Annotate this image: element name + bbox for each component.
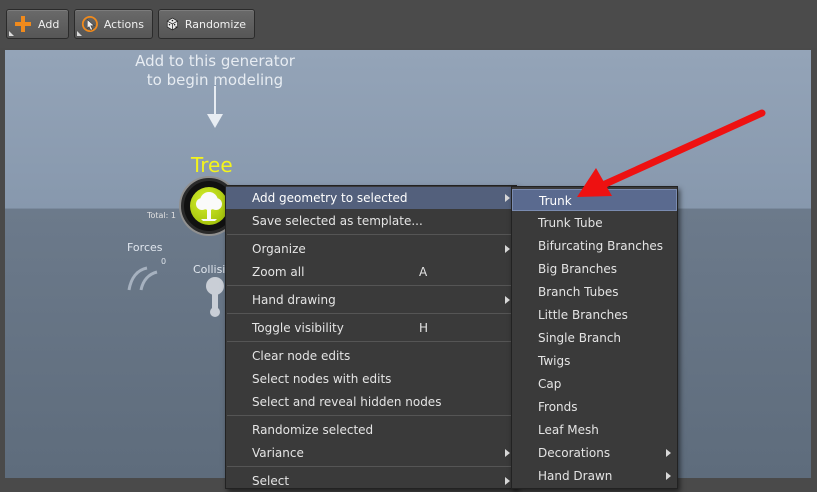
hint-line-1: Add to this generator: [135, 52, 295, 70]
submenu-item-label: Single Branch: [538, 331, 622, 345]
down-arrow-icon: [207, 86, 223, 128]
tree-node-title: Tree: [191, 153, 233, 177]
submenu-item-label: Trunk Tube: [538, 216, 603, 230]
submenu-item-label: Fronds: [538, 400, 578, 414]
submenu-item-label: Little Branches: [538, 308, 628, 322]
submenu-item-label: Cap: [538, 377, 562, 391]
menu-separator: [227, 285, 515, 286]
menu-item-select-nodes-with-edits[interactable]: Select nodes with edits: [226, 368, 516, 390]
menu-item-label: Select and reveal hidden nodes: [252, 395, 442, 409]
total-count: Total: 1: [147, 211, 177, 220]
empty-generator-hint: Add to this generator to begin modeling: [85, 52, 345, 90]
menu-separator: [227, 415, 515, 416]
submenu-item-label: Big Branches: [538, 262, 617, 276]
submenu-item-label: Branch Tubes: [538, 285, 619, 299]
menu-item-variance[interactable]: Variance: [226, 442, 516, 464]
submenu-arrow-icon: [505, 449, 510, 457]
menu-separator: [227, 313, 515, 314]
submenu-item-little-branches[interactable]: Little Branches: [512, 304, 677, 326]
menu-item-clear-node-edits[interactable]: Clear node edits: [226, 345, 516, 367]
submenu-item-twigs[interactable]: Twigs: [512, 350, 677, 372]
submenu-item-big-branches[interactable]: Big Branches: [512, 258, 677, 280]
submenu-item-hand-drawn[interactable]: Hand Drawn: [512, 465, 677, 487]
randomize-button[interactable]: Randomize: [158, 9, 255, 39]
menu-item-label: Toggle visibility: [252, 321, 344, 335]
menu-item-toggle-visibility[interactable]: Toggle visibility H: [226, 317, 516, 339]
submenu-arrow-icon: [505, 194, 510, 202]
dropdown-corner-icon: [9, 31, 14, 36]
tree-node-inner: [190, 187, 228, 225]
submenu-item-label: Trunk: [539, 194, 572, 208]
menu-item-label: Organize: [252, 242, 306, 256]
menu-item-label: Zoom all: [252, 265, 305, 279]
submenu-item-label: Decorations: [538, 446, 611, 460]
submenu-item-leaf-mesh[interactable]: Leaf Mesh: [512, 419, 677, 441]
submenu-item-branch-tubes[interactable]: Branch Tubes: [512, 281, 677, 303]
menu-item-save-template[interactable]: Save selected as template...: [226, 210, 516, 232]
submenu-arrow-icon: [505, 477, 510, 485]
menu-separator: [227, 341, 515, 342]
menu-item-label: Clear node edits: [252, 349, 351, 363]
submenu-item-trunk-tube[interactable]: Trunk Tube: [512, 212, 677, 234]
actions-button-label: Actions: [103, 17, 144, 31]
menu-separator: [227, 234, 515, 235]
submenu-item-label: Hand Drawn: [538, 469, 613, 483]
submenu-item-bifurcating-branches[interactable]: Bifurcating Branches: [512, 235, 677, 257]
submenu-item-label: Leaf Mesh: [538, 423, 599, 437]
collision-label: Collisi: [193, 263, 226, 276]
dice-icon: [166, 17, 179, 31]
add-button-label: Add: [38, 17, 60, 31]
menu-item-randomize-selected[interactable]: Randomize selected: [226, 419, 516, 441]
submenu-arrow-icon: [505, 245, 510, 253]
submenu-item-label: Bifurcating Branches: [538, 239, 664, 253]
submenu-item-label: Twigs: [538, 354, 571, 368]
menu-item-label: Select: [252, 474, 290, 488]
menu-item-select-reveal-hidden[interactable]: Select and reveal hidden nodes: [226, 391, 516, 413]
menu-item-label: Select nodes with edits: [252, 372, 392, 386]
submenu-item-trunk[interactable]: Trunk: [512, 189, 677, 211]
toolbar: Add Actions Randomize: [0, 0, 817, 48]
submenu-arrow-icon: [666, 472, 671, 480]
menu-item-label: Randomize selected: [252, 423, 374, 437]
menu-item-label: Variance: [252, 446, 304, 460]
menu-item-hand-drawing[interactable]: Hand drawing: [226, 289, 516, 311]
menu-item-organize[interactable]: Organize: [226, 238, 516, 260]
menu-item-zoom-all[interactable]: Zoom all A: [226, 261, 516, 283]
menu-item-label: Add geometry to selected: [252, 191, 408, 205]
submenu-arrow-icon: [505, 296, 510, 304]
context-menu: Add geometry to selected Save selected a…: [225, 185, 517, 489]
geometry-submenu: Trunk Trunk Tube Bifurcating Branches Bi…: [511, 186, 678, 489]
plus-icon: [15, 16, 31, 32]
submenu-item-fronds[interactable]: Fronds: [512, 396, 677, 418]
submenu-item-decorations[interactable]: Decorations: [512, 442, 677, 464]
tree-icon: [196, 192, 222, 221]
randomize-button-label: Randomize: [184, 17, 246, 31]
forces-label: Forces: [127, 241, 163, 254]
forces-icon[interactable]: [123, 260, 163, 294]
dropdown-corner-icon: [77, 31, 82, 36]
submenu-item-cap[interactable]: Cap: [512, 373, 677, 395]
menu-item-label: Hand drawing: [252, 293, 336, 307]
actions-button[interactable]: Actions: [74, 9, 153, 39]
submenu-arrow-icon: [666, 449, 671, 457]
submenu-item-single-branch[interactable]: Single Branch: [512, 327, 677, 349]
menu-separator: [227, 466, 515, 467]
add-button[interactable]: Add: [6, 9, 69, 39]
shortcut-label: A: [419, 265, 428, 279]
shortcut-label: H: [419, 321, 429, 335]
menu-item-add-geometry[interactable]: Add geometry to selected: [226, 187, 516, 209]
menu-item-label: Save selected as template...: [252, 214, 423, 228]
cursor-icon: [81, 15, 98, 33]
menu-item-select[interactable]: Select: [226, 470, 516, 492]
